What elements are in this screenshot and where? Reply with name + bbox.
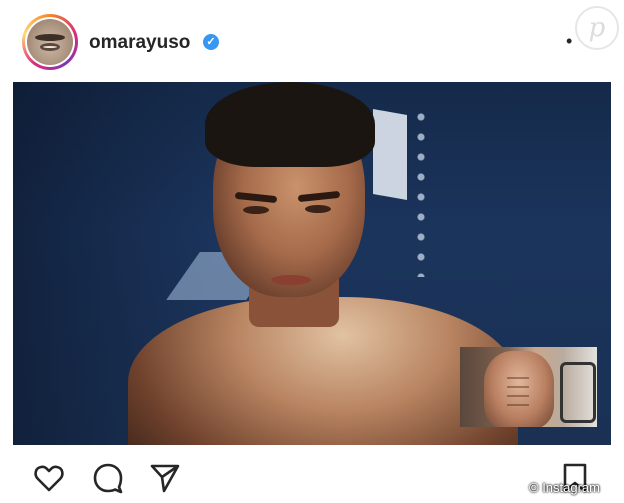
inset-chair <box>560 362 596 423</box>
photo-eye-left <box>243 206 269 214</box>
photo-person-hair <box>205 82 375 167</box>
post-header: omarayuso ✓ • p <box>0 0 624 82</box>
picture-in-picture-inset <box>460 347 597 427</box>
comment-icon[interactable] <box>92 462 124 494</box>
verified-badge-icon: ✓ <box>203 34 219 50</box>
avatar[interactable] <box>22 14 78 70</box>
avatar-frame <box>25 17 75 67</box>
avatar-image <box>27 19 73 65</box>
watermark-logo: p <box>575 6 619 50</box>
heart-icon[interactable] <box>33 462 65 494</box>
photo-mouth <box>271 275 311 285</box>
post-actions <box>0 452 624 503</box>
image-credit: © Instagram <box>529 480 600 495</box>
inset-abs <box>507 377 529 412</box>
more-options-button[interactable]: • <box>566 31 573 52</box>
photo-light-dots <box>411 107 431 277</box>
username-link[interactable]: omarayuso <box>89 32 190 54</box>
post-photo[interactable] <box>13 82 611 445</box>
photo-light-window <box>373 109 407 200</box>
photo-eye-right <box>305 205 331 213</box>
send-icon[interactable] <box>149 462 181 494</box>
